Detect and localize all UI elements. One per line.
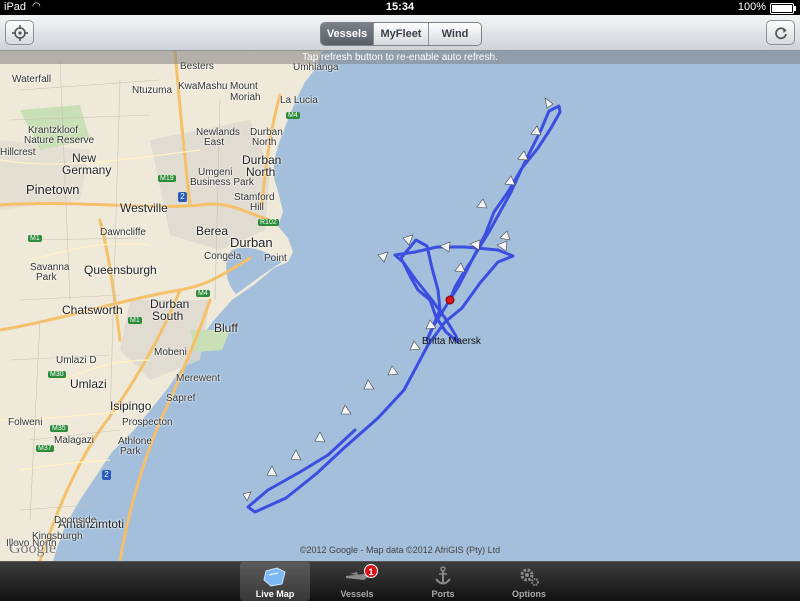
place-label: Point — [264, 253, 287, 264]
route-shield: M4 — [196, 290, 210, 297]
place-label: Prospecton — [122, 417, 173, 428]
refresh-hint-banner: Tap refresh button to re-enable auto ref… — [0, 51, 800, 64]
gears-icon — [520, 568, 539, 586]
route-shield: M19 — [158, 175, 176, 182]
refresh-icon[interactable] — [766, 20, 795, 45]
tab-label: Vessels — [340, 589, 374, 599]
place-label: Waterfall — [12, 74, 52, 85]
place-label: Moriah — [230, 92, 261, 103]
place-label: Sapref — [166, 393, 196, 404]
place-label: Chatsworth — [62, 303, 123, 317]
place-label: Business Park — [190, 177, 254, 188]
anchor-icon — [435, 566, 451, 585]
place-label: Doonside — [54, 515, 97, 526]
place-label: Umlazi D — [56, 355, 97, 366]
vessel-label[interactable]: Britta Maersk — [422, 336, 481, 347]
tab-label: Options — [512, 589, 546, 599]
place-label: Durban — [230, 235, 273, 250]
place-label: Bluff — [214, 321, 238, 335]
place-label: North — [252, 137, 277, 148]
place-label: Germany — [62, 163, 112, 177]
route-shield: 2 — [102, 470, 111, 480]
place-label: Hillcrest — [0, 147, 36, 158]
tab-vessels[interactable]: 1 Vessels — [322, 562, 392, 601]
place-label: Queensburgh — [84, 263, 157, 277]
top-toolbar: Vessels MyFleet Wind — [0, 15, 800, 51]
place-label: Berea — [196, 224, 229, 238]
tab-options[interactable]: Options — [494, 562, 564, 601]
place-label: Nature Reserve — [24, 135, 95, 146]
tab-label: Ports — [431, 589, 455, 599]
place-label: Park — [120, 446, 141, 457]
place-label: Mobeni — [154, 347, 187, 358]
view-segmented-control: Vessels MyFleet Wind — [320, 22, 482, 46]
place-label: Dawncliffe — [100, 227, 146, 238]
segment-wind[interactable]: Wind — [429, 23, 481, 45]
route-shield: M4 — [286, 112, 300, 119]
place-label: Ntuzuma — [132, 85, 173, 96]
place-label: Umlazi — [70, 377, 107, 391]
place-label: Congela — [204, 251, 242, 262]
place-label: Park — [36, 272, 57, 283]
place-label: Folweni — [8, 417, 43, 428]
segment-myfleet[interactable]: MyFleet — [374, 23, 429, 45]
place-label: South — [152, 309, 184, 323]
place-label: La Lucia — [280, 95, 318, 106]
place-label: Malagazi — [54, 435, 95, 446]
battery-percent: 100% — [737, 1, 766, 13]
map-copyright: ©2012 Google - Map data ©2012 AfriGIS (P… — [299, 545, 501, 555]
tab-ports[interactable]: Ports — [408, 562, 478, 601]
vessels-badge: 1 — [364, 564, 378, 578]
tab-label: Live Map — [255, 589, 295, 599]
clock: 15:34 — [385, 1, 415, 13]
place-label: Merewent — [176, 373, 220, 384]
map-view[interactable]: Waterfall Besters Umhlanga Ntuzuma KwaMa… — [0, 51, 800, 561]
place-label: East — [204, 137, 225, 148]
route-shield: M37 — [36, 445, 54, 452]
locate-crosshair-icon[interactable] — [5, 20, 34, 45]
status-bar: iPad ◠ 15:34 100% — [0, 0, 800, 15]
bottom-tab-bar: Live Map 1 Vessels Ports Options — [0, 561, 800, 601]
place-label: KwaMashu — [178, 81, 228, 92]
route-shield: R102 — [258, 219, 279, 226]
battery-icon — [770, 3, 796, 14]
route-shield: M35 — [50, 425, 68, 432]
route-shield: 2 — [178, 192, 187, 202]
place-label: Westville — [120, 201, 168, 215]
tab-live-map[interactable]: Live Map — [240, 562, 310, 601]
place-label: Hill — [250, 202, 264, 213]
segment-vessels[interactable]: Vessels — [321, 23, 374, 45]
route-shield: M1 — [28, 235, 42, 242]
place-label: Mount — [230, 81, 258, 92]
map-icon — [263, 567, 286, 587]
place-label: Isipingo — [110, 399, 152, 413]
route-shield: M30 — [48, 371, 66, 378]
place-label: Pinetown — [26, 182, 80, 197]
route-shield: M1 — [128, 317, 142, 324]
